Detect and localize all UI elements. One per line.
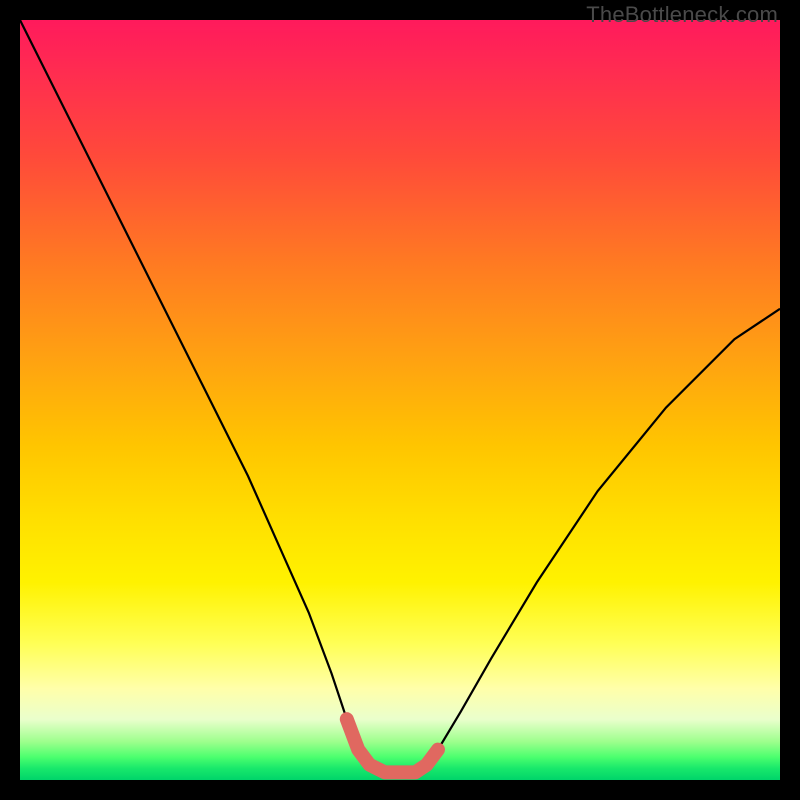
plot-area — [20, 20, 780, 780]
chart-frame: TheBottleneck.com — [0, 0, 800, 800]
curve-svg — [20, 20, 780, 780]
bottleneck-curve — [20, 20, 780, 772]
bottom-plateau-highlight — [347, 719, 438, 772]
attribution-text: TheBottleneck.com — [586, 2, 778, 28]
